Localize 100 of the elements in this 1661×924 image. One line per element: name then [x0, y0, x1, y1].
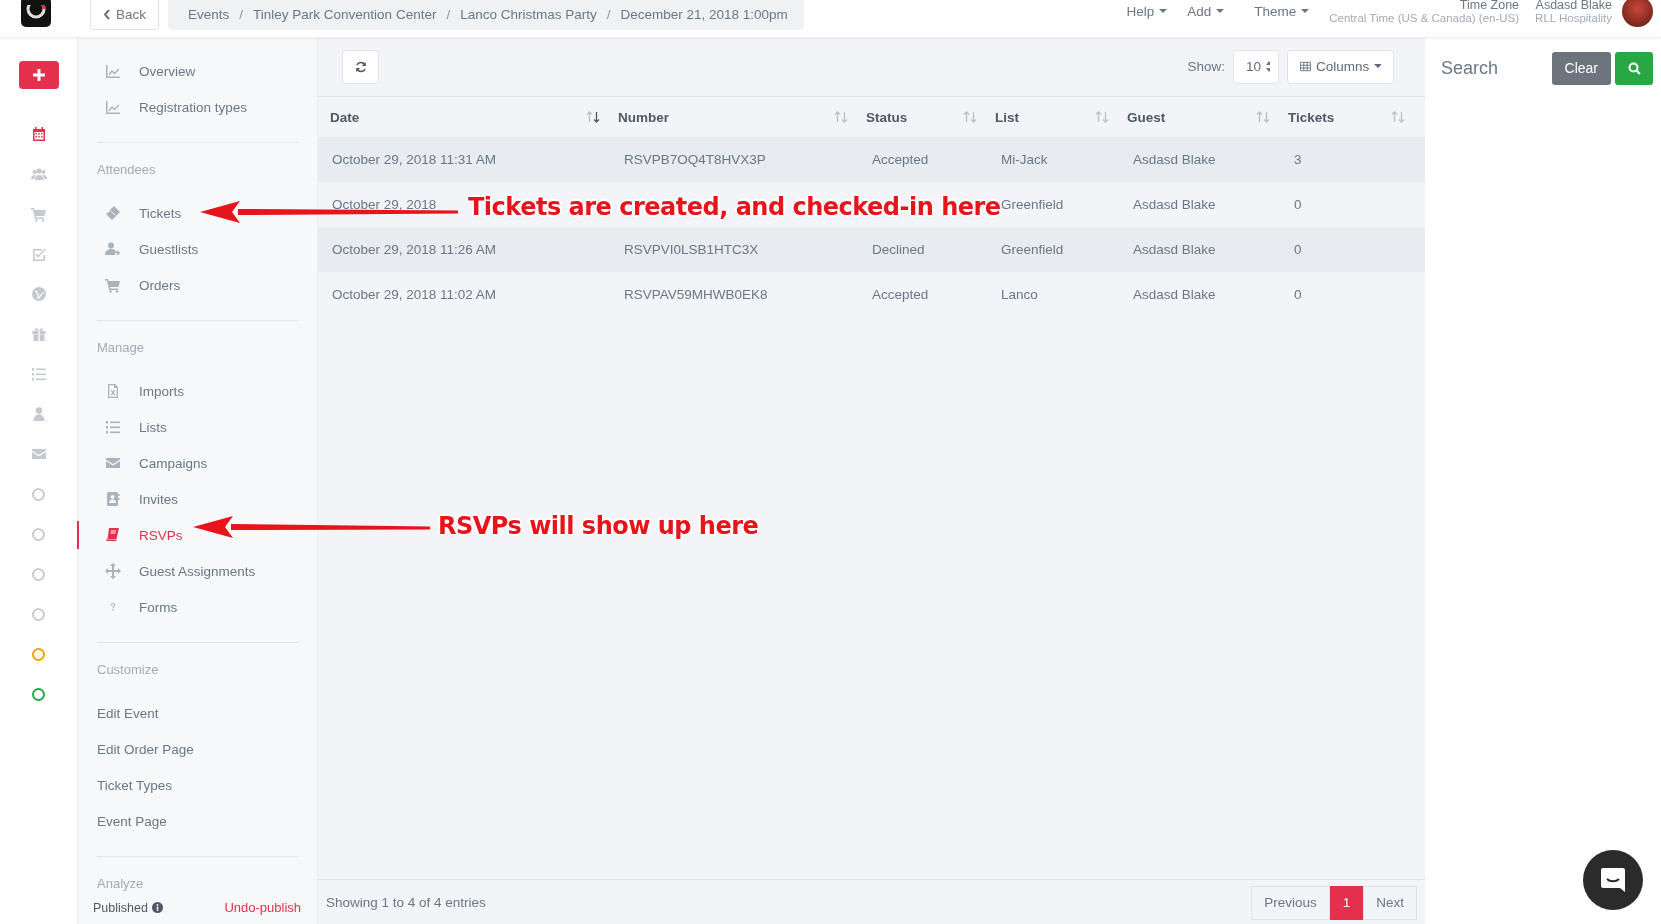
page-size-select[interactable]: 10 — [1233, 49, 1279, 84]
chat-icon — [1599, 866, 1627, 894]
nav-item[interactable]: Edit Event — [97, 695, 298, 731]
table-cell: 0 — [1294, 242, 1302, 257]
nav-item[interactable]: Forms — [97, 589, 298, 625]
back-button[interactable]: Back — [90, 0, 159, 30]
section-heading: Analyze — [97, 875, 144, 891]
organization-name: RLL Hospitality — [1535, 12, 1612, 26]
table-cell: Accepted — [872, 152, 929, 167]
nav-item[interactable]: Lists — [97, 409, 298, 445]
breadcrumb-link[interactable]: December 21, 2018 1:00pm — [620, 7, 788, 22]
info-icon[interactable] — [151, 902, 163, 913]
section-heading: Manage — [97, 339, 144, 355]
section-heading: Customize — [97, 661, 159, 677]
annotation-text: Tickets are created, and checked-in here — [468, 193, 1001, 221]
list-icon — [30, 366, 47, 382]
publish-status: Published — [93, 900, 148, 915]
file-icon — [105, 383, 121, 399]
status-circle[interactable] — [32, 607, 45, 621]
nav-item[interactable]: Orders — [97, 267, 298, 303]
status-circle[interactable] — [32, 647, 45, 661]
annotation-text: RSVPs will show up here — [438, 512, 759, 540]
user-name: Asdasd Blake — [1535, 0, 1612, 13]
menu-dropdown[interactable]: Theme — [1254, 4, 1310, 19]
column-header[interactable]: Tickets — [1288, 109, 1335, 125]
caret-icon — [1216, 9, 1225, 14]
add-button[interactable] — [18, 61, 59, 89]
columns-button[interactable]: Columns — [1287, 49, 1394, 84]
table-cell: October 29, 2018 11:31 AM — [332, 152, 497, 167]
calendar-icon — [30, 126, 47, 142]
column-header[interactable]: Date — [330, 109, 360, 125]
table-cell: Lanco — [1001, 287, 1038, 302]
gift-icon — [30, 326, 47, 342]
breadcrumb-link[interactable]: Lanco Christmas Party — [460, 7, 597, 22]
table-cell: 0 — [1294, 197, 1302, 212]
table-cell: 0 — [1294, 287, 1302, 302]
nav-item[interactable]: Edit Order Page — [97, 731, 298, 767]
chevron-left-icon — [103, 8, 111, 20]
table-cell: Declined — [872, 242, 925, 257]
entries-info: Showing 1 to 4 of 4 entries — [326, 895, 486, 910]
nav-item[interactable]: Ticket Types — [97, 767, 298, 803]
move-icon — [105, 563, 121, 579]
undo-publish-link[interactable]: Undo-publish — [224, 900, 301, 915]
status-circle[interactable] — [32, 567, 45, 581]
status-circle[interactable] — [32, 487, 45, 501]
nav-item[interactable]: Tickets — [97, 195, 298, 231]
nav-item[interactable]: Imports — [97, 373, 298, 409]
breadcrumb-separator: / — [606, 7, 611, 22]
table-cell: Asdasd Blake — [1133, 287, 1216, 302]
status-circle[interactable] — [32, 687, 45, 701]
table-cell: Asdasd Blake — [1133, 152, 1216, 167]
pagination-button[interactable]: Next — [1363, 885, 1417, 920]
user-avatar[interactable] — [1622, 0, 1653, 27]
list-icon — [105, 419, 121, 435]
chart-icon — [105, 99, 121, 115]
globe-icon — [30, 286, 47, 302]
breadcrumb-link[interactable]: Tinley Park Convention Center — [253, 7, 437, 22]
timezone-label: Time Zone — [1459, 0, 1520, 13]
nav-item[interactable]: Invites — [97, 481, 298, 517]
search-icon — [1627, 61, 1641, 75]
table-cell: RSVPVI0LSB1HTC3X — [624, 242, 759, 257]
timezone-value: Central Time (US & Canada) (en-US) — [1329, 12, 1520, 26]
table-cell: Asdasd Blake — [1133, 197, 1216, 212]
status-circle[interactable] — [32, 527, 45, 541]
show-label: Show: — [1187, 59, 1225, 74]
menu-dropdown[interactable]: Add — [1187, 4, 1225, 19]
table-cell: 3 — [1294, 152, 1302, 167]
caret-icon — [1301, 9, 1310, 14]
pagination-button[interactable]: Previous — [1251, 885, 1330, 920]
cart-icon — [105, 277, 121, 293]
envelope-icon — [105, 455, 121, 471]
table-cell: Greenfield — [1001, 242, 1064, 257]
user-add-icon — [105, 241, 121, 257]
nav-item[interactable]: Overview — [97, 53, 298, 89]
envelope-icon — [30, 446, 47, 462]
column-header[interactable]: Number — [618, 109, 669, 125]
column-header[interactable]: Guest — [1127, 109, 1166, 125]
menu-dropdown[interactable]: Help — [1126, 4, 1168, 19]
clear-button[interactable]: Clear — [1551, 51, 1611, 85]
pagination-button[interactable]: 1 — [1329, 885, 1364, 920]
caret-icon — [1374, 64, 1381, 69]
table-cell: RSVPAV59MHWB0EK8 — [624, 287, 768, 302]
sort-icon[interactable] — [586, 111, 600, 123]
nav-item[interactable]: Guest Assignments — [97, 553, 298, 589]
search-button[interactable] — [1615, 51, 1653, 85]
app-logo[interactable] — [21, 0, 51, 27]
nav-item[interactable]: Event Page — [97, 803, 298, 839]
nav-item[interactable]: Registration types — [97, 89, 298, 125]
chat-button[interactable] — [1583, 850, 1643, 910]
refresh-button[interactable] — [342, 49, 379, 84]
book-icon — [105, 527, 121, 543]
column-header[interactable]: Status — [866, 109, 908, 125]
breadcrumb-link[interactable]: Events — [188, 7, 230, 22]
table-cell: RSVPB7OQ4T8HVX3P — [624, 152, 766, 167]
nav-item[interactable]: Campaigns — [97, 445, 298, 481]
column-header[interactable]: List — [995, 109, 1019, 125]
table-cell: October 29, 2018 11:02 AM — [332, 287, 497, 302]
plus-icon — [32, 69, 45, 81]
nav-item[interactable]: Guestlists — [97, 231, 298, 267]
refresh-icon — [354, 60, 367, 73]
